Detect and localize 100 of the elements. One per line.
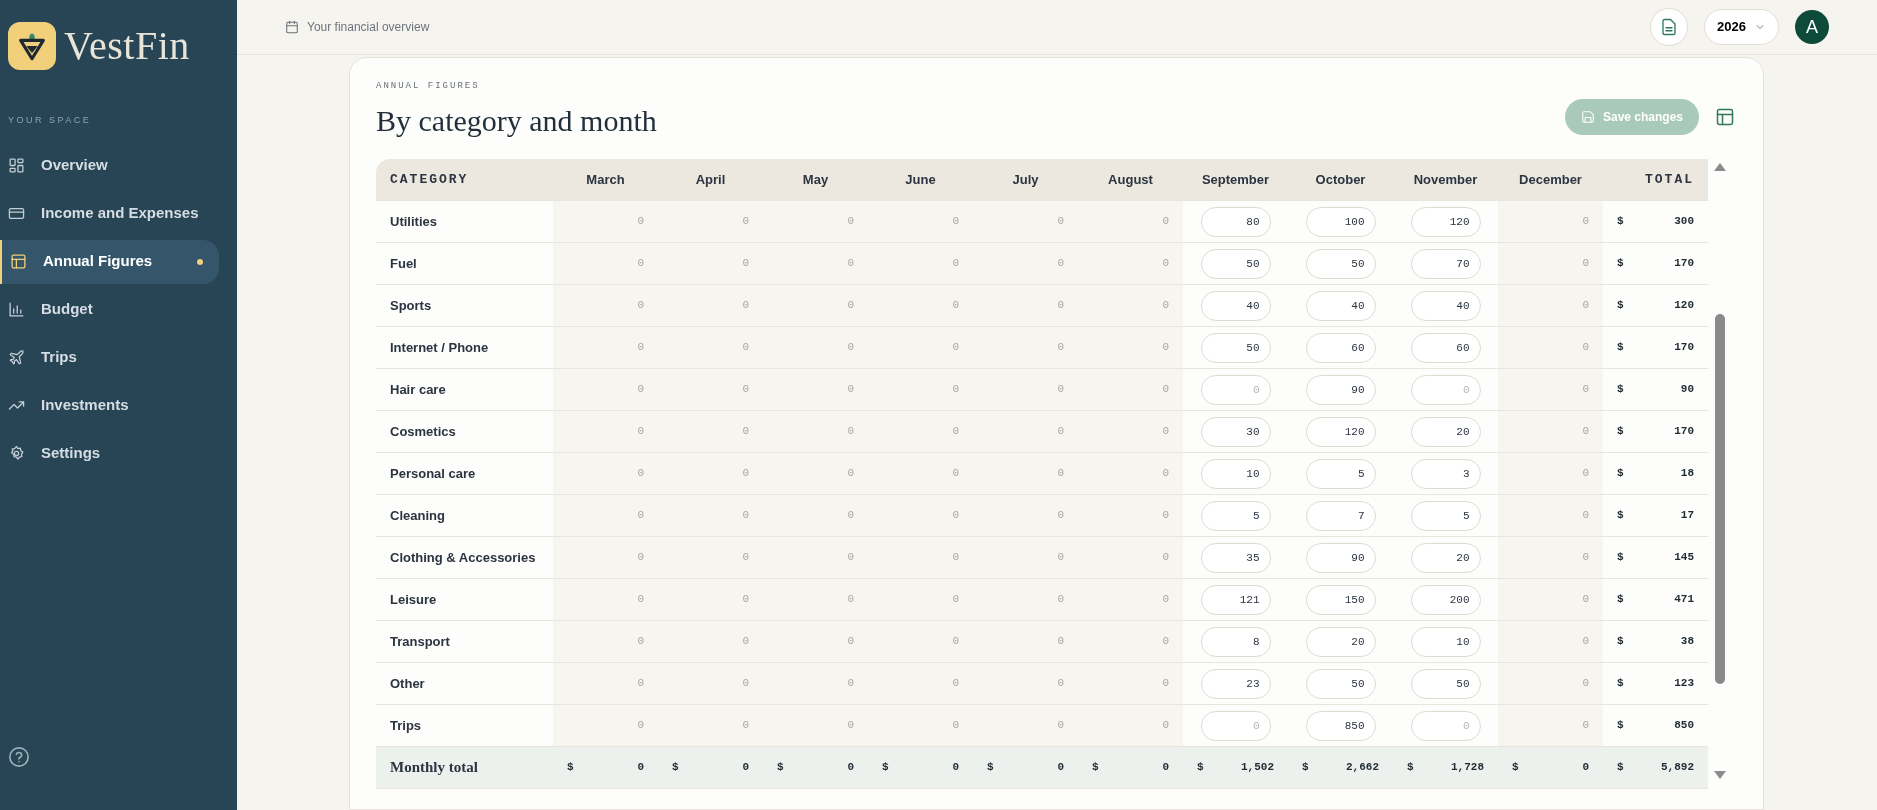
amount-cell: 0	[973, 704, 1078, 747]
amount-input[interactable]: 5	[1410, 500, 1481, 531]
amount-input[interactable]: 90	[1305, 542, 1376, 573]
amount-input[interactable]: 80	[1200, 206, 1271, 237]
amount-input[interactable]: 20	[1410, 416, 1481, 447]
nav-item[interactable]: Budget	[0, 287, 219, 332]
amount-input[interactable]: 90	[1305, 374, 1376, 405]
amount-input[interactable]: 40	[1200, 290, 1271, 321]
amount-input[interactable]: 3	[1410, 458, 1481, 489]
amount-cell: 0	[1078, 494, 1183, 537]
category-name: Cleaning	[376, 494, 553, 537]
amount-cell: 0	[763, 200, 868, 243]
amount-input[interactable]: 120	[1410, 206, 1481, 237]
amount-input[interactable]: 20	[1410, 542, 1481, 573]
amount-cell: 0	[763, 704, 868, 747]
amount-input[interactable]: 5	[1305, 458, 1376, 489]
amount-input[interactable]: 60	[1305, 332, 1376, 363]
amount-cell: 0	[658, 662, 763, 705]
amount-cell: 0	[553, 494, 658, 537]
amount-cell: 0	[1078, 368, 1183, 411]
nav-item[interactable]: Overview	[0, 143, 219, 188]
amount-input[interactable]: 0	[1410, 374, 1481, 405]
amount-input[interactable]: 7	[1305, 500, 1376, 531]
brand-name: VestFin	[64, 22, 190, 70]
amount-input[interactable]: 50	[1305, 248, 1376, 279]
nav-item[interactable]: Investments	[0, 383, 219, 428]
amount-input[interactable]: 23	[1200, 668, 1271, 699]
amount-input[interactable]: 10	[1410, 626, 1481, 657]
amount-input[interactable]: 30	[1200, 416, 1271, 447]
amount-cell: 0	[868, 284, 973, 327]
document-icon	[1660, 18, 1679, 36]
row-total: 90	[1680, 382, 1694, 398]
amount-input[interactable]: 70	[1410, 248, 1481, 279]
currency-sign: $	[1617, 592, 1624, 608]
logo-icon	[8, 22, 56, 70]
amount-cell: 0	[868, 662, 973, 705]
amount-cell: 0	[658, 242, 763, 285]
amount-input[interactable]: 120	[1305, 416, 1376, 447]
amount-input[interactable]: 40	[1305, 290, 1376, 321]
column-header: TOTAL	[1603, 158, 1708, 201]
amount-cell: 0	[1498, 452, 1603, 495]
user-avatar[interactable]: A	[1795, 10, 1829, 44]
currency-sign: $	[672, 760, 679, 776]
amount-input[interactable]: 35	[1200, 542, 1271, 573]
amount-input[interactable]: 121	[1200, 584, 1271, 615]
amount-input[interactable]: 100	[1305, 206, 1376, 237]
currency-sign: $	[1617, 424, 1624, 440]
amount-input[interactable]: 0	[1410, 710, 1481, 741]
category-name: Fuel	[376, 242, 553, 285]
nav-item[interactable]: Annual Figures	[0, 239, 219, 284]
category-name: Cosmetics	[376, 410, 553, 453]
report-button[interactable]	[1650, 8, 1689, 46]
amount-input[interactable]: 50	[1410, 668, 1481, 699]
amount-input[interactable]: 10	[1200, 458, 1271, 489]
currency-sign: $	[1617, 760, 1624, 776]
amount-cell: 0	[1078, 578, 1183, 621]
column-header: September	[1183, 158, 1288, 201]
category-name: Utilities	[376, 200, 553, 243]
amount-input[interactable]: 150	[1305, 584, 1376, 615]
amount-cell: 0	[763, 452, 868, 495]
amount-cell: 0	[553, 410, 658, 453]
column-header: CATEGORY	[376, 158, 553, 201]
amount-input[interactable]: 50	[1200, 248, 1271, 279]
row-total: 123	[1674, 676, 1694, 692]
amount-input[interactable]: 200	[1410, 584, 1481, 615]
amount-input[interactable]: 20	[1305, 626, 1376, 657]
amount-input[interactable]: 40	[1410, 290, 1481, 321]
nav-item[interactable]: Income and Expenses	[0, 191, 219, 236]
amount-cell: 0	[553, 284, 658, 327]
amount-cell: 0	[1498, 620, 1603, 663]
amount-input[interactable]: 50	[1200, 332, 1271, 363]
monthly-total: 0	[1582, 760, 1589, 776]
amount-cell: 0	[553, 536, 658, 579]
amount-cell: 0	[658, 494, 763, 537]
amount-input[interactable]: 0	[1200, 710, 1271, 741]
amount-cell: 0	[763, 410, 868, 453]
amount-cell: 0	[973, 200, 1078, 243]
amount-cell: 0	[763, 536, 868, 579]
category-name: Hair care	[376, 368, 553, 411]
amount-input[interactable]: 50	[1305, 668, 1376, 699]
amount-cell: 0	[1498, 284, 1603, 327]
year-select[interactable]: 2026	[1704, 9, 1779, 45]
nav-item[interactable]: Settings	[0, 431, 219, 476]
amount-input[interactable]: 850	[1305, 710, 1376, 741]
nav-item[interactable]: Trips	[0, 335, 219, 380]
currency-sign: $	[1617, 508, 1624, 524]
amount-cell: 0	[1498, 242, 1603, 285]
currency-sign: $	[1617, 550, 1624, 566]
amount-cell: 0	[868, 620, 973, 663]
row-total: 170	[1674, 424, 1694, 440]
currency-sign: $	[1197, 760, 1204, 776]
row-total: 18	[1680, 466, 1694, 482]
amount-input[interactable]: 5	[1200, 500, 1271, 531]
amount-input[interactable]: 8	[1200, 626, 1271, 657]
amount-cell: 0	[1078, 410, 1183, 453]
amount-input[interactable]: 60	[1410, 332, 1481, 363]
amount-input[interactable]: 0	[1200, 374, 1271, 405]
save-icon	[1580, 109, 1595, 124]
currency-sign: $	[1407, 760, 1414, 776]
amount-cell: 0	[658, 200, 763, 243]
